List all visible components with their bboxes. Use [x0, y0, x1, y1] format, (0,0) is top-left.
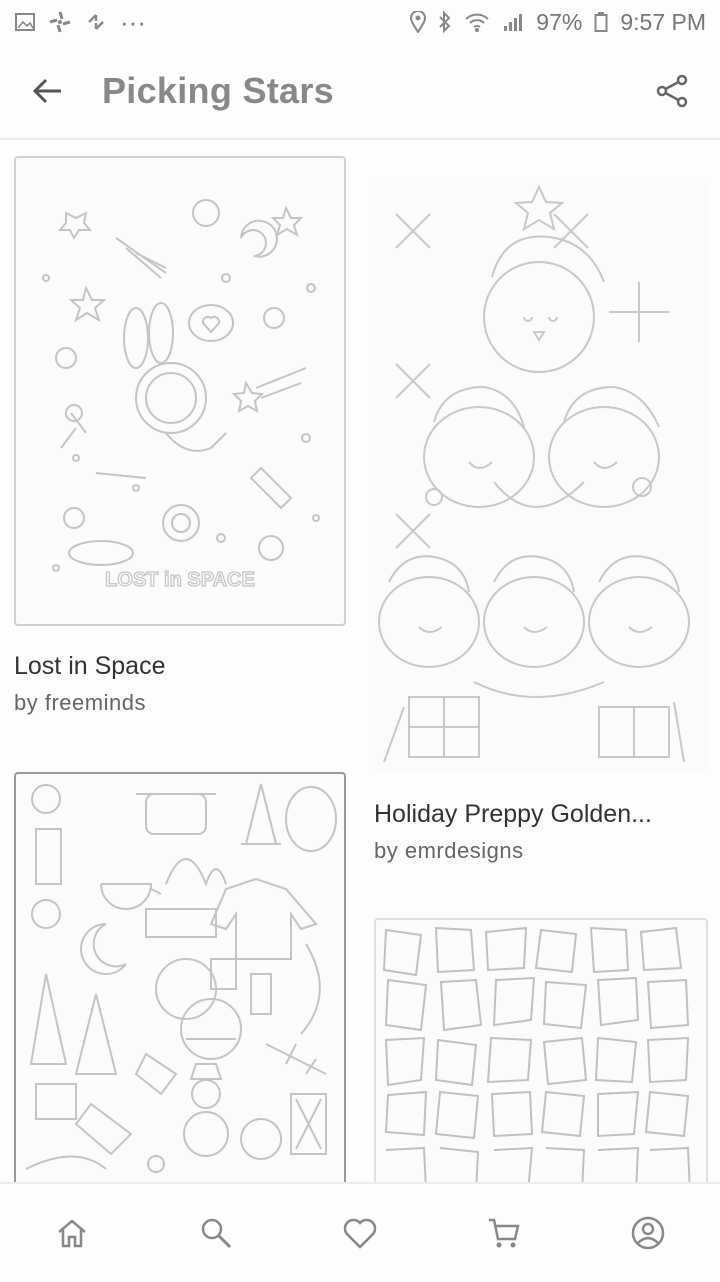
- sync-notification-icon: [88, 14, 104, 30]
- battery-icon: [594, 12, 608, 32]
- design-title: Holiday Preppy Golden...: [374, 800, 652, 828]
- design-thumbnail: [374, 182, 708, 772]
- design-thumbnail: [374, 918, 708, 1182]
- search-icon: [201, 1218, 232, 1249]
- design-card-geometric[interactable]: [374, 918, 708, 1182]
- design-author: by freeminds: [14, 690, 146, 715]
- nav-favorites[interactable]: [320, 1193, 400, 1273]
- share-icon: [656, 74, 688, 108]
- share-button[interactable]: [642, 61, 702, 121]
- nav-home[interactable]: [32, 1193, 112, 1273]
- page-title: Picking Stars: [102, 70, 334, 111]
- nav-cart[interactable]: [464, 1193, 544, 1273]
- clock: 9:57 PM: [620, 8, 706, 35]
- design-card-holiday-preppy-golden[interactable]: Holiday Preppy Golden... by emrdesigns: [374, 182, 708, 863]
- heart-icon: [343, 1218, 377, 1249]
- design-thumbnail: [14, 772, 346, 1182]
- design-card-lost-in-space[interactable]: LOST in SPACE Lost in Space by freeminds: [14, 156, 346, 716]
- location-icon: [410, 11, 427, 33]
- nav-search[interactable]: [176, 1193, 256, 1273]
- design-card-winter-items[interactable]: [14, 772, 346, 1182]
- bluetooth-icon: [439, 11, 451, 33]
- signal-icon: [504, 14, 523, 31]
- holiday-dogs-artwork: [378, 184, 690, 763]
- status-bar: ··· 97% 9:57 PM: [0, 0, 720, 44]
- app-bar: Picking Stars: [0, 44, 720, 140]
- home-icon: [58, 1219, 86, 1248]
- nav-profile[interactable]: [608, 1193, 688, 1273]
- more-notifications: ···: [120, 6, 146, 37]
- bottom-navigation: [0, 1182, 720, 1282]
- battery-percent: 97%: [536, 8, 583, 35]
- lost-in-space-artwork: LOST in SPACE: [42, 199, 320, 592]
- back-arrow-icon: [32, 78, 61, 104]
- back-button[interactable]: [18, 61, 78, 121]
- geometric-artwork: [382, 926, 691, 1182]
- profile-icon: [631, 1216, 665, 1250]
- winter-artwork: [25, 783, 337, 1173]
- cart-icon: [489, 1218, 520, 1248]
- design-grid: LOST in SPACE Lost in Space by freeminds: [0, 142, 720, 1182]
- gallery-notification-icon: [15, 13, 35, 31]
- design-thumbnail: LOST in SPACE: [14, 156, 346, 626]
- design-author: by emrdesigns: [374, 838, 524, 863]
- lost-in-space-art-text: LOST in SPACE: [105, 569, 255, 591]
- design-title: Lost in Space: [14, 652, 166, 680]
- wifi-icon: [465, 13, 489, 32]
- pinwheel-notification-icon: [49, 11, 71, 33]
